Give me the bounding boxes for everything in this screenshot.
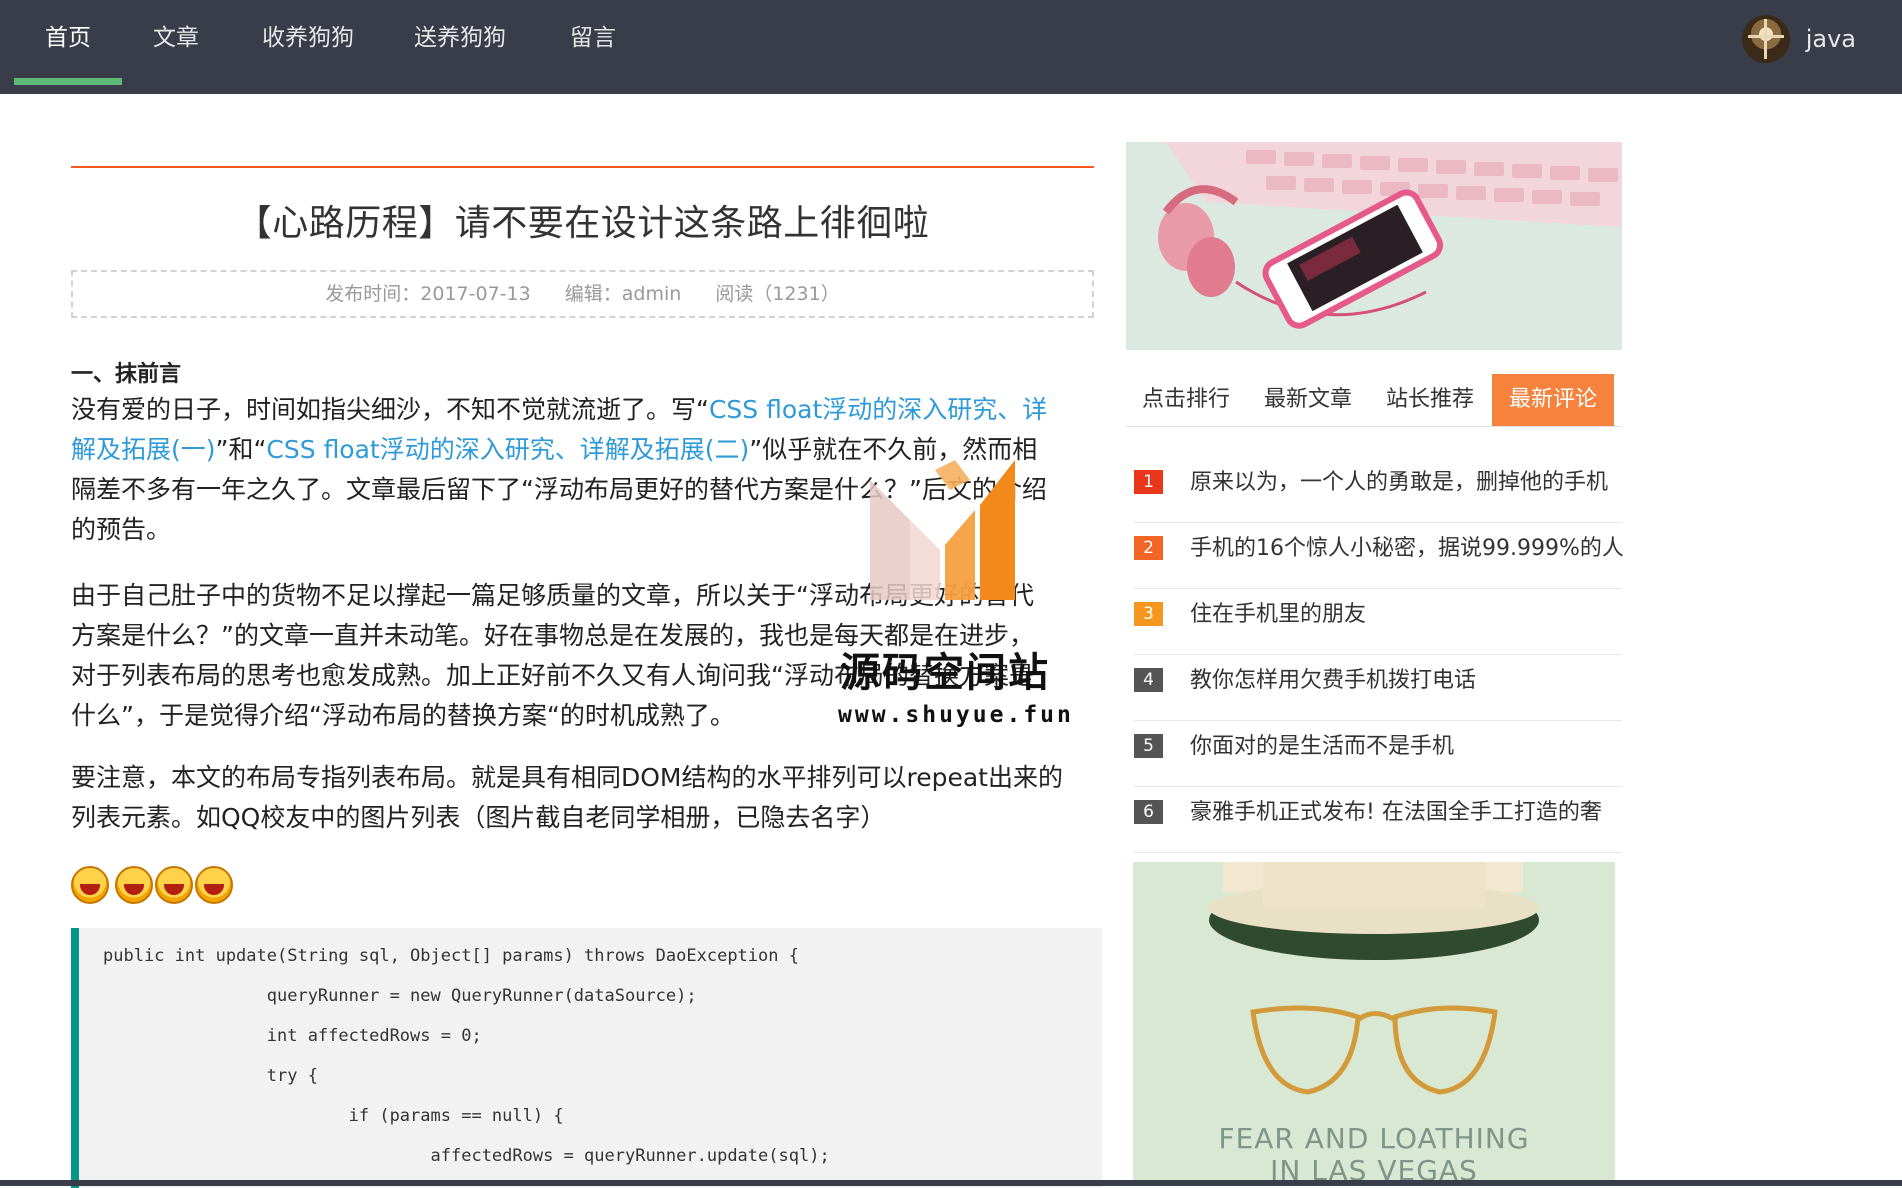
code-line: if (params == null) { xyxy=(103,1106,564,1126)
rank-title[interactable]: 手机的16个惊人小秘密，据说99.999%的人 xyxy=(1190,530,1624,562)
bottom-edge xyxy=(0,1180,1902,1186)
rank-badge: 5 xyxy=(1134,734,1163,758)
rank-title[interactable]: 教你怎样用欠费手机拨打电话 xyxy=(1190,662,1476,694)
rank-title[interactable]: 原来以为，一个人的勇敢是，删掉他的手机 xyxy=(1190,464,1608,496)
phone-headphones-image xyxy=(1126,142,1622,350)
article-title: 【心路历程】请不要在设计这条路上徘徊啦 xyxy=(235,203,930,244)
section-heading: 一、抹前言 xyxy=(71,362,182,387)
list-item[interactable]: 5 你面对的是生活而不是手机 xyxy=(1134,720,1622,787)
paragraph-3: 要注意，本文的布局专指列表布局。就是具有相同DOM结构的水平排列可以repeat… xyxy=(71,758,1094,838)
code-line: affectedRows = queryRunner.update(sql); xyxy=(103,1146,830,1166)
username[interactable]: java xyxy=(1806,25,1856,53)
text: 没有爱的日子，时间如指尖细沙，不知不觉就流逝了。写“ xyxy=(71,395,709,424)
code-line: public int update(String sql, Object[] p… xyxy=(103,946,799,966)
sidebar-banner-image[interactable] xyxy=(1126,142,1622,350)
nav-articles[interactable]: 文章 xyxy=(140,0,212,94)
link-float-part1-cont[interactable]: 解及拓展(一) xyxy=(71,435,216,464)
code-line: int affectedRows = 0; xyxy=(103,1026,482,1046)
title-divider xyxy=(71,166,1094,168)
rank-badge: 1 xyxy=(1134,470,1163,494)
sidebar-poster-image[interactable]: FEAR AND LOATHING IN LAS VEGAS xyxy=(1133,862,1615,1186)
code-block: public int update(String sql, Object[] p… xyxy=(71,928,1102,1188)
watermark-title: 源码空间站 xyxy=(840,650,1050,696)
publish-date: 发布时间：2017-07-13 xyxy=(325,283,531,305)
rank-title[interactable]: 住在手机里的朋友 xyxy=(1190,596,1366,628)
code-line: queryRunner = new QueryRunner(dataSource… xyxy=(103,986,697,1006)
nav-active-indicator xyxy=(14,78,122,85)
list-item[interactable]: 6 豪雅手机正式发布! 在法国全手工打造的奢 xyxy=(1134,786,1622,853)
list-item[interactable]: 2 手机的16个惊人小秘密，据说99.999%的人 xyxy=(1134,522,1624,589)
laughing-emoji-icon xyxy=(71,866,109,904)
poster-title-line1: FEAR AND LOATHING xyxy=(1218,1122,1530,1155)
editor: 编辑：admin xyxy=(564,283,682,305)
list-item[interactable]: 4 教你怎样用欠费手机拨打电话 xyxy=(1134,654,1622,721)
laughing-emoji-icon xyxy=(155,866,193,904)
top-navbar: 首页 文章 收养狗狗 送养狗狗 留言 java xyxy=(0,0,1902,94)
tab-latest-comments[interactable]: 最新评论 xyxy=(1492,374,1614,426)
article-meta: 发布时间：2017-07-13 编辑：admin 阅读（1231） xyxy=(71,270,1094,318)
read-count: 阅读（1231） xyxy=(715,283,840,305)
user-avatar-icon[interactable] xyxy=(1741,15,1790,63)
watermark: 源码空间站 www.shuyue.fun xyxy=(830,440,1090,740)
laughing-emoji-icon xyxy=(195,866,233,904)
tab-most-clicked[interactable]: 点击排行 xyxy=(1126,374,1246,426)
list-item[interactable]: 3 住在手机里的朋友 xyxy=(1134,588,1622,655)
rank-title[interactable]: 你面对的是生活而不是手机 xyxy=(1190,728,1454,760)
link-float-part2[interactable]: CSS float浮动的深入研究、详解及拓展(二) xyxy=(266,435,749,464)
text: ”和“ xyxy=(215,435,267,464)
emoji-row xyxy=(71,866,235,906)
rank-badge: 3 xyxy=(1134,602,1163,626)
rank-badge: 2 xyxy=(1134,536,1163,560)
user-menu[interactable]: java xyxy=(1741,14,1856,64)
tab-latest-articles[interactable]: 最新文章 xyxy=(1248,374,1368,426)
text: 要注意，本文的布局专指列表布局。就是具有相同DOM结构的水平排列可以repeat… xyxy=(71,763,1063,792)
rank-badge: 4 xyxy=(1134,668,1163,692)
laughing-emoji-icon xyxy=(115,866,153,904)
sidebar-tabs: 点击排行 最新文章 站长推荐 最新评论 xyxy=(1126,374,1622,427)
list-item[interactable]: 1 原来以为，一个人的勇敢是，删掉他的手机 xyxy=(1134,456,1622,523)
nav-adopt-dogs[interactable]: 收养狗狗 xyxy=(256,0,360,94)
nav-rehome-dogs[interactable]: 送养狗狗 xyxy=(408,0,512,94)
text: 列表元素。如QQ校友中的图片列表（图片截自老同学相册，已隐去名字） xyxy=(71,803,886,832)
watermark-logo-icon xyxy=(870,460,1015,600)
link-float-part1[interactable]: CSS float浮动的深入研究、详 xyxy=(709,395,1047,424)
tab-admin-picks[interactable]: 站长推荐 xyxy=(1370,374,1490,426)
code-line: try { xyxy=(103,1066,318,1086)
rank-title[interactable]: 豪雅手机正式发布! 在法国全手工打造的奢 xyxy=(1190,794,1602,826)
nav-guestbook[interactable]: 留言 xyxy=(560,0,626,94)
watermark-url: www.shuyue.fun xyxy=(838,702,1074,728)
rank-badge: 6 xyxy=(1134,800,1163,824)
